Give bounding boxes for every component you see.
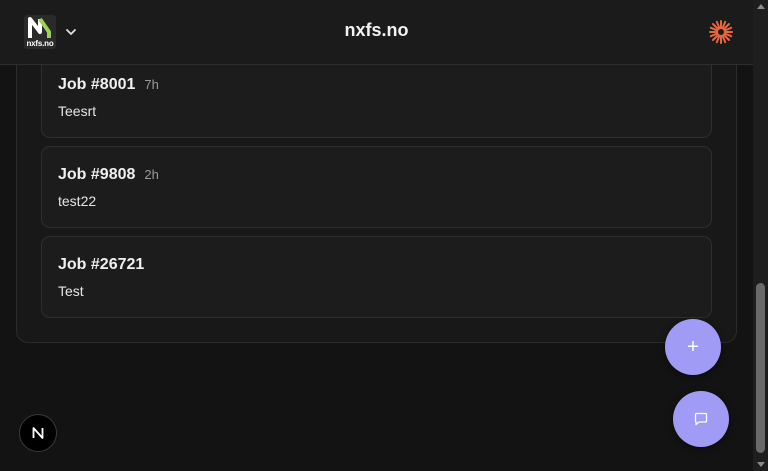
scroll-down-arrow-icon[interactable] [757,462,765,467]
scrollbar-thumb[interactable] [756,283,765,453]
app-header: nxfs.no nxfs.no [0,0,753,65]
page-title: nxfs.no [344,20,409,40]
job-number: Job #8001 [58,76,136,93]
job-age: 7h [144,77,159,92]
job-card[interactable]: Job #8001 7h Teesrt [41,56,712,138]
job-description: Test [58,283,84,299]
n-logo-icon[interactable] [19,414,57,452]
plus-icon: + [687,336,699,358]
add-job-button[interactable]: + [665,319,721,375]
scrollbar[interactable] [753,0,768,471]
job-number: Job #26721 [58,256,145,273]
job-description: Teesrt [58,103,97,119]
job-number: Job #9808 [58,166,136,183]
job-age: 2h [144,167,159,182]
chat-button[interactable] [673,391,729,447]
job-card[interactable]: Job #9808 2h test22 [41,146,712,228]
scroll-up-arrow-icon[interactable] [757,4,765,9]
chat-icon [694,412,708,426]
sunburst-icon[interactable] [708,19,734,45]
job-description: test22 [58,193,97,209]
job-card[interactable]: Job #26721 Test [41,236,712,318]
